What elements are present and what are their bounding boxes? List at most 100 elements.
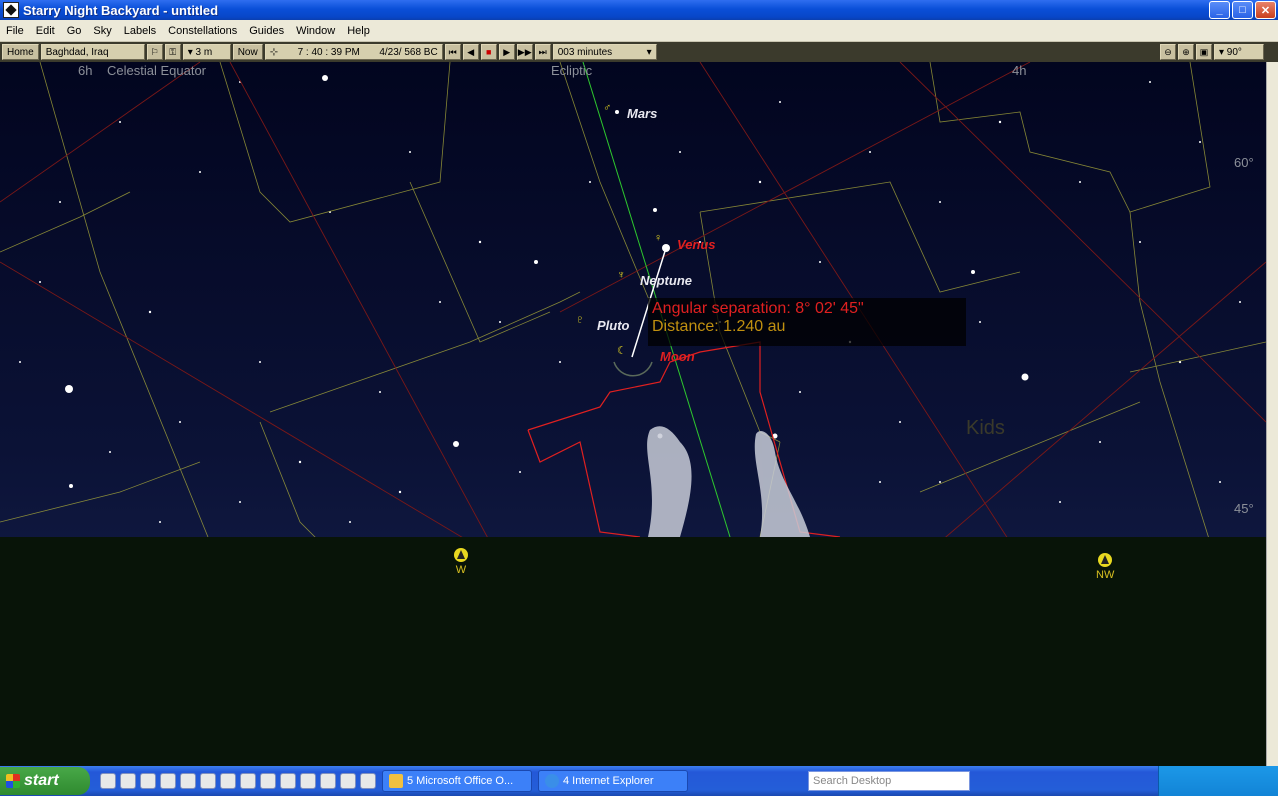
zoom-reset-icon[interactable]: ▣ [1196,44,1212,60]
ie-icon [545,774,559,788]
dec-label-60: 60° [1234,155,1254,170]
now-button[interactable]: Now [232,44,263,60]
quick-launch-icon[interactable] [220,773,236,789]
moon-disc [613,361,653,377]
viewing-location-icon[interactable]: ⚐ [146,44,163,60]
quick-launch-icon[interactable] [180,773,196,789]
taskbar-button-ie[interactable]: 4 Internet Explorer [538,770,688,792]
mars-label[interactable]: Mars [627,106,657,121]
quick-launch [100,773,376,789]
lock-icon[interactable]: ⚿ [164,44,181,60]
menu-help[interactable]: Help [341,25,376,37]
celestial-equator-label: Celestial Equator [107,63,206,78]
pluto-label[interactable]: Pluto [597,318,630,333]
office-icon [389,774,403,788]
app-icon [3,2,19,18]
quick-launch-icon[interactable] [160,773,176,789]
taskbar-button-office[interactable]: 5 Microsoft Office O... [382,770,532,792]
neptune-label[interactable]: Neptune [640,273,692,288]
menu-window[interactable]: Window [290,25,341,37]
maximize-button[interactable]: □ [1232,1,1253,19]
mars-symbol-icon: ♂ [603,102,612,114]
menu-file[interactable]: File [0,25,30,37]
angular-separation-info: Angular separation: 8° 02' 45" Distance:… [648,298,966,346]
quick-launch-icon[interactable] [260,773,276,789]
title-bar: Starry Night Backyard - untitled _ □ ✕ [0,0,1278,20]
menu-labels[interactable]: Labels [118,25,162,37]
crosshair-icon: ⊹ [269,46,279,58]
compass-west: W [454,548,468,576]
quick-launch-icon[interactable] [100,773,116,789]
field-of-view-dropdown[interactable]: ▾ 90° [1214,44,1264,60]
play-icon[interactable]: ▶ [498,44,515,60]
quick-launch-icon[interactable] [200,773,216,789]
constellation-name-label[interactable]: Kids [966,417,1005,440]
ra-label-4h: 4h [1012,63,1027,78]
menu-edit[interactable]: Edit [30,25,61,37]
quick-launch-icon[interactable] [360,773,376,789]
home-button[interactable]: Home [2,44,39,60]
system-tray [1158,766,1278,796]
vertical-scrollbar[interactable] [1266,62,1278,766]
moon-symbol-icon: ☾ [617,345,627,357]
compass-marker-icon [454,548,468,562]
horizon-ground [0,537,1266,766]
sky-view[interactable]: 6h Celestial Equator Ecliptic 4h 60° 45°… [0,62,1266,766]
constellation-boundaries [0,62,1266,543]
minimize-button[interactable]: _ [1209,1,1230,19]
compass-marker-icon [1098,553,1113,567]
time-step-dropdown[interactable]: 003 minutes ▾ [552,44,657,60]
step-forward-icon[interactable]: ⏭ [534,44,551,60]
search-desktop-input[interactable]: Search Desktop [808,771,970,791]
quick-launch-icon[interactable] [340,773,356,789]
location-field[interactable]: Baghdad, Iraq [40,44,145,60]
quick-launch-icon[interactable] [120,773,136,789]
venus-label[interactable]: Venus [677,237,716,252]
menu-sky[interactable]: Sky [87,25,117,37]
step-back-icon[interactable]: ⏮ [444,44,461,60]
quick-launch-icon[interactable] [240,773,256,789]
quick-launch-icon[interactable] [320,773,336,789]
taskbar-button-label: 4 Internet Explorer [563,775,654,787]
compass-northwest-label: NW [1096,569,1115,581]
menu-bar: File Edit Go Sky Labels Constellations G… [0,20,1278,42]
chevron-down-icon: ▾ [646,46,652,58]
time-step-value: 003 minutes [557,46,613,58]
reverse-play-icon[interactable]: ◀ [462,44,479,60]
compass-west-label: W [455,564,467,576]
moon-label[interactable]: Moon [660,349,695,364]
windows-logo-icon [6,774,20,788]
star-field [19,75,1241,523]
menu-constellations[interactable]: Constellations [162,25,243,37]
taskbar-button-label: 5 Microsoft Office O... [407,775,514,787]
zoom-controls: ⊖ ⊕ ▣ ▾ 90° [1160,44,1264,60]
venus-disc[interactable] [662,244,670,252]
stop-icon[interactable]: ■ [480,44,497,60]
start-button[interactable]: start [0,767,90,795]
ra-label-6h: 6h [78,63,93,78]
highlighted-constellation-outline [527,429,641,538]
menu-guides[interactable]: Guides [243,25,290,37]
zoom-in-icon[interactable]: ⊕ [1178,44,1194,60]
quick-launch-icon[interactable] [280,773,296,789]
ecliptic-label: Ecliptic [551,63,593,78]
quick-launch-icon[interactable] [300,773,316,789]
start-label: start [24,772,59,789]
zoom-out-icon[interactable]: ⊖ [1160,44,1176,60]
elevation-field[interactable]: ▾ 3 m [182,44,231,60]
window-title: Starry Night Backyard - untitled [23,2,219,18]
angular-separation-text: Angular separation: 8° 02' 45" [652,300,864,317]
time-field[interactable]: ⊹ 7 : 40 : 39 PM 4/23/ 568 BC [264,44,443,60]
taskbar: start 5 Microsoft Office O... 4 Internet… [0,766,1278,796]
distance-text: Distance: 1.240 au [652,318,786,335]
date-value: 4/23/ 568 BC [379,46,438,58]
compass-northwest: NW [1096,553,1114,581]
close-button[interactable]: ✕ [1255,1,1276,19]
menu-go[interactable]: Go [61,25,88,37]
window-controls: _ □ ✕ [1209,1,1276,19]
neptune-symbol-icon: ♆ [617,269,626,281]
time-value: 7 : 40 : 39 PM [297,46,360,58]
toolbar: Home Baghdad, Iraq ⚐ ⚿ ▾ 3 m Now ⊹ 7 : 4… [0,42,1278,62]
fast-forward-icon[interactable]: ▶▶ [516,44,533,60]
quick-launch-icon[interactable] [140,773,156,789]
